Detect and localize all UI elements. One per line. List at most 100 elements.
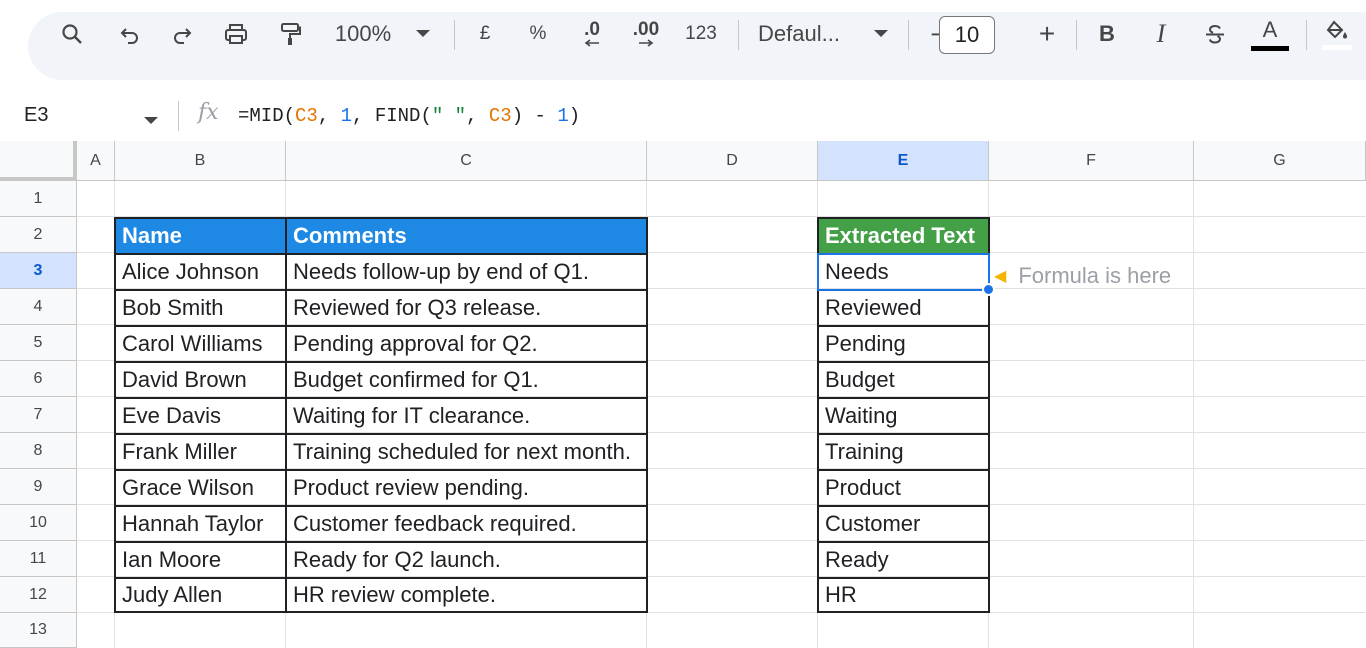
column-header-g[interactable]: G <box>1194 141 1366 181</box>
column-header-e[interactable]: E <box>818 141 989 181</box>
extracted-cell[interactable]: Pending <box>817 325 990 363</box>
font-size-input[interactable]: 10 <box>939 16 995 54</box>
percent-format-button[interactable]: % <box>524 0 552 68</box>
row-header-6[interactable]: 6 <box>0 361 77 397</box>
column-header-f[interactable]: F <box>989 141 1194 181</box>
redo-icon[interactable] <box>166 0 198 68</box>
formula-annotation: ◀ Formula is here <box>994 258 1171 294</box>
pointing-hand-icon: ◀ <box>994 268 1007 285</box>
column-header-d[interactable]: D <box>647 141 818 181</box>
row-header-12[interactable]: 12 <box>0 577 77 613</box>
formula-part: , FIND( <box>352 105 432 127</box>
extracted-cell[interactable]: Reviewed <box>817 289 990 327</box>
comment-cell[interactable]: Product review pending. <box>285 469 648 507</box>
extracted-cell[interactable]: Budget <box>817 361 990 399</box>
row-header-9[interactable]: 9 <box>0 469 77 505</box>
decrease-decimal-label: .0 <box>584 19 600 40</box>
extracted-cell[interactable]: Training <box>817 433 990 471</box>
italic-button[interactable]: I <box>1148 0 1174 68</box>
name-box-dropdown-icon[interactable] <box>144 112 158 130</box>
row-header-11[interactable]: 11 <box>0 541 77 577</box>
toolbar-divider <box>1076 20 1077 50</box>
row-header-1[interactable]: 1 <box>0 181 77 217</box>
name-cell[interactable]: Bob Smith <box>114 289 287 327</box>
comment-cell[interactable]: Pending approval for Q2. <box>285 325 648 363</box>
row-header-7[interactable]: 7 <box>0 397 77 433</box>
toolbar-divider <box>454 20 455 50</box>
currency-format-button[interactable]: £ <box>472 0 498 68</box>
active-cell-selection <box>817 253 990 291</box>
header-comments-cell[interactable]: Comments <box>285 217 648 255</box>
column-header-c[interactable]: C <box>286 141 647 181</box>
zoom-dropdown-icon[interactable] <box>412 0 434 68</box>
comment-cell[interactable]: Reviewed for Q3 release. <box>285 289 648 327</box>
header-name-cell[interactable]: Name <box>114 217 287 255</box>
toolbar-divider <box>908 20 909 50</box>
select-all-corner[interactable] <box>0 141 77 181</box>
comment-cell[interactable]: Ready for Q2 launch. <box>285 541 648 579</box>
extracted-cell[interactable]: Waiting <box>817 397 990 435</box>
text-color-button[interactable]: A <box>1250 0 1290 68</box>
comment-cell[interactable]: HR review complete. <box>285 577 648 613</box>
comment-cell[interactable]: Customer feedback required. <box>285 505 648 543</box>
annotation-text: Formula is here <box>1018 263 1172 288</box>
name-box[interactable]: E3 <box>24 104 48 127</box>
strikethrough-icon[interactable] <box>1200 0 1230 68</box>
increase-decimal-label: .00 <box>632 19 660 40</box>
name-cell[interactable]: Alice Johnson <box>114 253 287 291</box>
paint-format-icon[interactable] <box>274 0 306 68</box>
name-cell[interactable]: Ian Moore <box>114 541 287 579</box>
comment-cell[interactable]: Waiting for IT clearance. <box>285 397 648 435</box>
formula-ref: C3 <box>488 105 512 127</box>
formula-part: , <box>317 105 341 127</box>
spreadsheet-grid[interactable]: A B C D E F G 1 2 3 4 5 6 7 8 9 10 11 12… <box>0 141 1366 648</box>
undo-icon[interactable] <box>114 0 146 68</box>
gridline <box>1193 181 1194 648</box>
comment-cell[interactable]: Training scheduled for next month. <box>285 433 648 471</box>
fx-icon: fx <box>198 100 219 125</box>
name-cell[interactable]: Hannah Taylor <box>114 505 287 543</box>
font-dropdown-icon[interactable] <box>872 0 890 68</box>
toolbar-divider <box>1306 20 1307 50</box>
row-header-3[interactable]: 3 <box>0 253 77 289</box>
toolbar-divider <box>738 20 739 50</box>
formula-part: =MID( <box>238 105 296 127</box>
extracted-cell[interactable]: Ready <box>817 541 990 579</box>
search-icon[interactable] <box>56 0 88 68</box>
text-color-swatch <box>1251 45 1289 51</box>
increase-decimal-button[interactable]: .00 <box>628 0 664 68</box>
extracted-cell[interactable]: Product <box>817 469 990 507</box>
row-header-4[interactable]: 4 <box>0 289 77 325</box>
formula-number: 1 <box>340 105 353 127</box>
fill-color-swatch <box>1322 44 1352 50</box>
extracted-cell[interactable]: Customer <box>817 505 990 543</box>
increase-font-size-button[interactable]: + <box>1034 0 1060 68</box>
name-cell[interactable]: Grace Wilson <box>114 469 287 507</box>
bold-button[interactable]: B <box>1094 0 1120 68</box>
row-header-10[interactable]: 10 <box>0 505 77 541</box>
name-cell[interactable]: Judy Allen <box>114 577 287 613</box>
name-cell[interactable]: David Brown <box>114 361 287 399</box>
name-cell[interactable]: Frank Miller <box>114 433 287 471</box>
comment-cell[interactable]: Budget confirmed for Q1. <box>285 361 648 399</box>
arrow-left-icon <box>584 39 599 47</box>
column-header-b[interactable]: B <box>115 141 286 181</box>
formula-number: 1 <box>557 105 569 127</box>
name-cell[interactable]: Carol Williams <box>114 325 287 363</box>
zoom-select[interactable]: 100% <box>326 0 400 68</box>
font-select[interactable]: Defaul... <box>758 0 856 68</box>
column-header-a[interactable]: A <box>77 141 115 181</box>
fill-color-icon[interactable] <box>1322 0 1352 68</box>
header-extracted-cell[interactable]: Extracted Text <box>817 217 990 255</box>
name-cell[interactable]: Eve Davis <box>114 397 287 435</box>
row-header-2[interactable]: 2 <box>0 217 77 253</box>
row-header-5[interactable]: 5 <box>0 325 77 361</box>
more-formats-button[interactable]: 123 <box>682 0 720 68</box>
comment-cell[interactable]: Needs follow-up by end of Q1. <box>285 253 648 291</box>
formula-input[interactable]: =MID(C3, 1, FIND(" ", C3) - 1) <box>238 105 580 127</box>
decrease-decimal-button[interactable]: .0 <box>575 0 609 68</box>
print-icon[interactable] <box>220 0 252 68</box>
row-header-8[interactable]: 8 <box>0 433 77 469</box>
row-header-13[interactable]: 13 <box>0 613 77 648</box>
extracted-cell[interactable]: HR <box>817 577 990 613</box>
